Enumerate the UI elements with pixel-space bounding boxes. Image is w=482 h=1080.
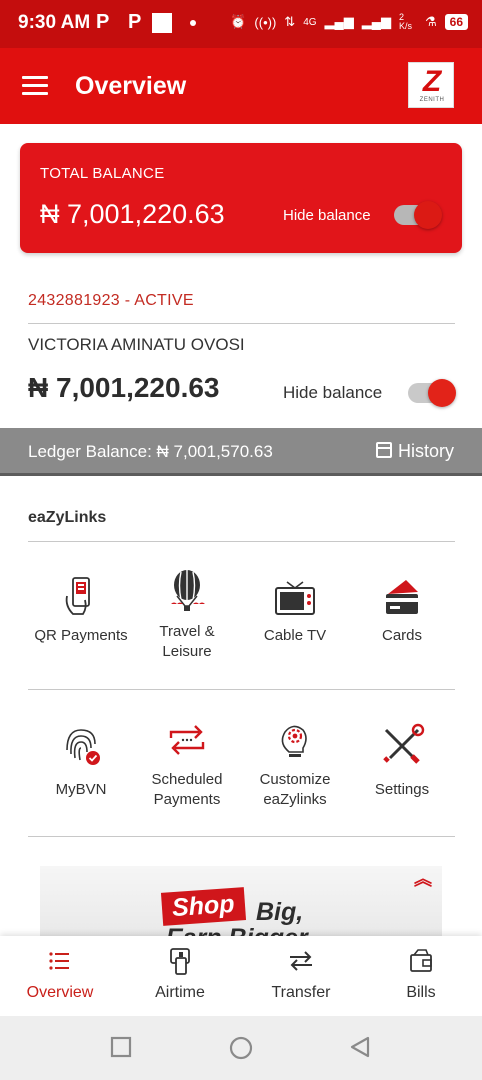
cards-icon	[386, 580, 418, 614]
nav-label: Overview	[26, 984, 94, 1001]
history-button[interactable]: History	[375, 441, 454, 462]
eazylink-travel-leisure[interactable]: Travel & Leisure	[132, 568, 242, 662]
total-balance-amount: ₦ 7,001,220.63	[40, 199, 225, 229]
eazylink-label: MyBVN	[55, 781, 107, 798]
recent-apps-icon[interactable]	[110, 1036, 132, 1058]
battery-icon: 66	[444, 14, 468, 30]
nav-airtime[interactable]: Airtime	[125, 946, 235, 1002]
bottom-nav: Overview Airtime Transfer Bills	[0, 936, 482, 1016]
eazylink-label: Customize eaZylinks	[259, 771, 331, 808]
alarm-icon: ⏰	[230, 14, 247, 29]
nav-label: Bills	[406, 984, 436, 1001]
eazylink-settings[interactable]: Settings	[347, 720, 457, 800]
eazylink-cable-tv[interactable]: Cable TV	[240, 572, 350, 646]
notification-p-icon: P	[96, 11, 110, 33]
app-bar: Overview Z ZENITH	[0, 48, 482, 124]
total-balance-label: TOTAL BALANCE	[40, 165, 165, 182]
divider	[28, 541, 455, 542]
chevron-up-icon[interactable]: ︽	[414, 870, 432, 888]
divider	[28, 323, 455, 324]
account-number-status[interactable]: 2432881923 - ACTIVE	[28, 292, 194, 310]
eazylink-qr-payments[interactable]: QR Payments	[26, 572, 136, 646]
menu-icon[interactable]	[22, 76, 48, 96]
status-time: 9:30 AM	[18, 12, 91, 33]
nav-bills[interactable]: Bills	[366, 946, 476, 1002]
eazylink-customize[interactable]: Customize eaZylinks	[240, 716, 350, 810]
banner-shop-text: Shop	[160, 887, 246, 926]
notification-dot-icon	[190, 20, 196, 26]
flask-icon: ⚗	[424, 14, 437, 29]
nav-label: Airtime	[155, 984, 205, 1001]
hotspot-icon: ((•))	[254, 14, 277, 30]
zenith-logo: Z ZENITH	[408, 62, 454, 108]
banner-big-text: Big,	[256, 898, 304, 926]
signal-icon: ▂▄▆	[324, 14, 354, 29]
data-arrows-icon: ⇅	[284, 14, 296, 29]
total-balance-card: TOTAL BALANCE ₦ 7,001,220.63 Hide balanc…	[20, 143, 462, 253]
system-nav-bar	[0, 1016, 482, 1080]
fingerprint-icon	[66, 729, 100, 765]
bills-wallet-icon	[410, 949, 432, 972]
promo-banner[interactable]: Shop Big, Earn Bigger ︽	[40, 866, 442, 936]
nav-label: Transfer	[271, 984, 331, 1001]
banner-earn-text: Earn Bigger	[166, 924, 308, 936]
status-bar: 9:30 AM P P ⏰ ((•)) ⇅ 4G ▂▄▆ ▂▄▆ 2 K/s ⚗…	[0, 0, 482, 48]
total-hide-balance-toggle[interactable]	[394, 201, 442, 229]
eazylink-mybvn[interactable]: MyBVN	[26, 720, 136, 800]
phone-airtime-icon	[170, 948, 190, 975]
page-title: Overview	[75, 72, 187, 100]
calendar-icon	[375, 442, 392, 458]
eazylink-label: Scheduled Payments	[151, 771, 223, 808]
account-hide-balance-label: Hide balance	[283, 383, 383, 402]
nav-overview[interactable]: Overview	[5, 946, 115, 1002]
eazylink-label: Cable TV	[263, 627, 327, 644]
history-label: History	[397, 441, 454, 461]
ledger-balance: Ledger Balance: ₦ 7,001,570.63	[28, 442, 273, 461]
network-type: 4G	[303, 16, 317, 28]
eazylink-label: Travel & Leisure	[159, 623, 215, 660]
tools-icon	[383, 723, 425, 764]
hot-air-balloon-icon	[171, 570, 205, 611]
list-icon	[49, 952, 69, 970]
eazylink-scheduled-payments[interactable]: Scheduled Payments	[132, 716, 242, 810]
zenith-z-mark: Z	[422, 65, 442, 98]
tv-icon	[275, 581, 315, 615]
speed-indicator: 2 K/s	[398, 12, 412, 31]
notification-square-icon	[152, 13, 172, 33]
divider	[28, 836, 455, 837]
eazylink-label: QR Payments	[34, 627, 128, 644]
back-icon[interactable]	[349, 1036, 371, 1058]
signal-2-icon: ▂▄▆	[361, 14, 391, 29]
transfer-arrows-icon	[290, 951, 312, 971]
divider	[28, 689, 455, 690]
home-icon[interactable]	[229, 1036, 253, 1060]
eazylink-label: Cards	[381, 627, 422, 644]
eazylink-label: Settings	[374, 781, 430, 798]
total-hide-balance-label: Hide balance	[283, 207, 371, 224]
nav-transfer[interactable]: Transfer	[246, 946, 356, 1002]
eazylink-cards[interactable]: Cards	[347, 572, 457, 646]
eazylinks-title: eaZyLinks	[28, 509, 107, 526]
lightbulb-gear-icon	[281, 725, 307, 757]
account-balance: ₦ 7,001,220.63	[28, 372, 220, 403]
zenith-logo-text: ZENITH	[419, 97, 445, 103]
notification-p-icon: P	[128, 11, 142, 33]
account-hide-balance-toggle[interactable]	[408, 379, 456, 407]
qr-phone-icon	[65, 577, 90, 615]
status-icons: ⏰ ((•)) ⇅ 4G ▂▄▆ ▂▄▆ 2 K/s ⚗ 66	[230, 13, 468, 31]
account-name: VICTORIA AMINATU OVOSI	[28, 335, 245, 354]
repeat-arrows-icon	[169, 725, 205, 755]
ledger-bar: Ledger Balance: ₦ 7,001,570.63 History	[0, 428, 482, 476]
